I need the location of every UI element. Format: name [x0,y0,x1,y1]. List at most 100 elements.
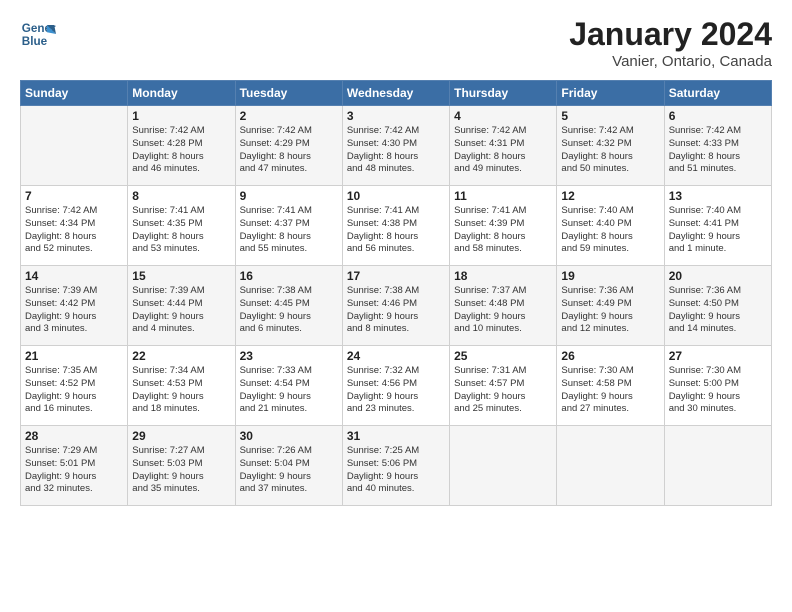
calendar-cell: 3Sunrise: 7:42 AM Sunset: 4:30 PM Daylig… [342,106,449,186]
day-number: 15 [132,269,230,283]
day-info: Sunrise: 7:38 AM Sunset: 4:45 PM Dayligh… [240,285,338,336]
calendar-week-5: 28Sunrise: 7:29 AM Sunset: 5:01 PM Dayli… [21,426,772,506]
calendar-cell [557,426,664,506]
day-number: 10 [347,189,445,203]
day-info: Sunrise: 7:41 AM Sunset: 4:35 PM Dayligh… [132,205,230,256]
day-number: 16 [240,269,338,283]
day-number: 28 [25,429,123,443]
calendar-cell: 26 Sunrise: 7:30 AM Sunset: 4:58 PM Dayli… [557,346,664,426]
calendar-cell [664,426,771,506]
logo: General Blue [20,16,60,52]
day-info: Sunrise: 7:25 AM Sunset: 5:06 PM Dayligh… [347,445,445,496]
day-info: Sunrise: 7:34 AM Sunset: 4:53 PM Dayligh… [132,365,230,416]
calendar-week-1: 1 Sunrise: 7:42 AM Sunset: 4:28 PM Daylig… [21,106,772,186]
day-info: Sunrise: 7:42 AM Sunset: 4:33 PM Dayligh… [669,125,767,176]
day-number: 22 [132,349,230,363]
calendar-cell: 30Sunrise: 7:26 AM Sunset: 5:04 PM Dayli… [235,426,342,506]
day-info: Sunrise: 7:42 AM Sunset: 4:34 PM Dayligh… [25,205,123,256]
day-number: 12 [561,189,659,203]
day-info: Sunrise: 7:39 AM Sunset: 4:42 PM Dayligh… [25,285,123,336]
col-header-sunday: Sunday [21,81,128,106]
calendar-cell: 10 Sunrise: 7:41 AM Sunset: 4:38 PM Dayli… [342,186,449,266]
calendar-cell: 1 Sunrise: 7:42 AM Sunset: 4:28 PM Daylig… [128,106,235,186]
day-number: 8 [132,189,230,203]
day-info: Sunrise: 7:36 AM Sunset: 4:50 PM Dayligh… [669,285,767,336]
calendar-cell: 28Sunrise: 7:29 AM Sunset: 5:01 PM Dayli… [21,426,128,506]
calendar-cell: 19 Sunrise: 7:36 AM Sunset: 4:49 PM Dayli… [557,266,664,346]
calendar-cell: 22 Sunrise: 7:34 AM Sunset: 4:53 PM Dayli… [128,346,235,426]
calendar-cell: 24Sunrise: 7:32 AM Sunset: 4:56 PM Dayli… [342,346,449,426]
col-header-thursday: Thursday [450,81,557,106]
month-title: January 2024 [569,16,772,53]
day-number: 31 [347,429,445,443]
header-row: SundayMondayTuesdayWednesdayThursdayFrid… [21,81,772,106]
day-number: 6 [669,109,767,123]
svg-text:Blue: Blue [22,35,48,48]
day-info: Sunrise: 7:41 AM Sunset: 4:39 PM Dayligh… [454,205,552,256]
calendar-cell: 2 Sunrise: 7:42 AM Sunset: 4:29 PM Daylig… [235,106,342,186]
day-number: 14 [25,269,123,283]
day-info: Sunrise: 7:41 AM Sunset: 4:38 PM Dayligh… [347,205,445,256]
header: General Blue January 2024 Vanier, Ontari… [20,16,772,70]
day-info: Sunrise: 7:42 AM Sunset: 4:30 PM Dayligh… [347,125,445,176]
calendar-cell: 23Sunrise: 7:33 AM Sunset: 4:54 PM Dayli… [235,346,342,426]
day-info: Sunrise: 7:30 AM Sunset: 5:00 PM Dayligh… [669,365,767,416]
day-number: 2 [240,109,338,123]
day-number: 13 [669,189,767,203]
calendar-cell: 16 Sunrise: 7:38 AM Sunset: 4:45 PM Dayli… [235,266,342,346]
day-number: 27 [669,349,767,363]
calendar-cell: 14 Sunrise: 7:39 AM Sunset: 4:42 PM Dayli… [21,266,128,346]
day-number: 25 [454,349,552,363]
day-number: 17 [347,269,445,283]
day-info: Sunrise: 7:30 AM Sunset: 4:58 PM Dayligh… [561,365,659,416]
day-info: Sunrise: 7:27 AM Sunset: 5:03 PM Dayligh… [132,445,230,496]
day-info: Sunrise: 7:42 AM Sunset: 4:29 PM Dayligh… [240,125,338,176]
day-info: Sunrise: 7:42 AM Sunset: 4:28 PM Dayligh… [132,125,230,176]
calendar-cell: 13 Sunrise: 7:40 AM Sunset: 4:41 PM Dayli… [664,186,771,266]
calendar-cell: 8 Sunrise: 7:41 AM Sunset: 4:35 PM Daylig… [128,186,235,266]
day-info: Sunrise: 7:35 AM Sunset: 4:52 PM Dayligh… [25,365,123,416]
day-info: Sunrise: 7:38 AM Sunset: 4:46 PM Dayligh… [347,285,445,336]
calendar-cell: 6 Sunrise: 7:42 AM Sunset: 4:33 PM Daylig… [664,106,771,186]
title-block: January 2024 Vanier, Ontario, Canada [569,16,772,70]
day-info: Sunrise: 7:37 AM Sunset: 4:48 PM Dayligh… [454,285,552,336]
day-info: Sunrise: 7:26 AM Sunset: 5:04 PM Dayligh… [240,445,338,496]
location-title: Vanier, Ontario, Canada [569,53,772,70]
day-number: 21 [25,349,123,363]
calendar-week-2: 7 Sunrise: 7:42 AM Sunset: 4:34 PM Daylig… [21,186,772,266]
calendar-cell: 4 Sunrise: 7:42 AM Sunset: 4:31 PM Daylig… [450,106,557,186]
calendar-cell [21,106,128,186]
page: General Blue January 2024 Vanier, Ontari… [0,0,792,612]
logo-icon: General Blue [20,16,56,52]
day-info: Sunrise: 7:36 AM Sunset: 4:49 PM Dayligh… [561,285,659,336]
day-info: Sunrise: 7:42 AM Sunset: 4:31 PM Dayligh… [454,125,552,176]
calendar-cell: 21 Sunrise: 7:35 AM Sunset: 4:52 PM Dayli… [21,346,128,426]
day-info: Sunrise: 7:41 AM Sunset: 4:37 PM Dayligh… [240,205,338,256]
calendar-cell [450,426,557,506]
day-number: 1 [132,109,230,123]
day-number: 24 [347,349,445,363]
day-info: Sunrise: 7:39 AM Sunset: 4:44 PM Dayligh… [132,285,230,336]
col-header-wednesday: Wednesday [342,81,449,106]
calendar-cell: 25 Sunrise: 7:31 AM Sunset: 4:57 PM Dayli… [450,346,557,426]
day-number: 18 [454,269,552,283]
day-info: Sunrise: 7:33 AM Sunset: 4:54 PM Dayligh… [240,365,338,416]
day-number: 19 [561,269,659,283]
day-number: 4 [454,109,552,123]
day-number: 7 [25,189,123,203]
day-number: 20 [669,269,767,283]
calendar-cell: 11 Sunrise: 7:41 AM Sunset: 4:39 PM Dayli… [450,186,557,266]
col-header-friday: Friday [557,81,664,106]
col-header-monday: Monday [128,81,235,106]
calendar-cell: 17 Sunrise: 7:38 AM Sunset: 4:46 PM Dayli… [342,266,449,346]
col-header-saturday: Saturday [664,81,771,106]
day-number: 11 [454,189,552,203]
day-info: Sunrise: 7:40 AM Sunset: 4:41 PM Dayligh… [669,205,767,256]
calendar-cell: 27 Sunrise: 7:30 AM Sunset: 5:00 PM Dayli… [664,346,771,426]
calendar-cell: 5Sunrise: 7:42 AM Sunset: 4:32 PM Daylig… [557,106,664,186]
day-number: 26 [561,349,659,363]
day-number: 29 [132,429,230,443]
calendar-cell: 18 Sunrise: 7:37 AM Sunset: 4:48 PM Dayli… [450,266,557,346]
calendar-cell: 9Sunrise: 7:41 AM Sunset: 4:37 PM Daylig… [235,186,342,266]
day-info: Sunrise: 7:31 AM Sunset: 4:57 PM Dayligh… [454,365,552,416]
